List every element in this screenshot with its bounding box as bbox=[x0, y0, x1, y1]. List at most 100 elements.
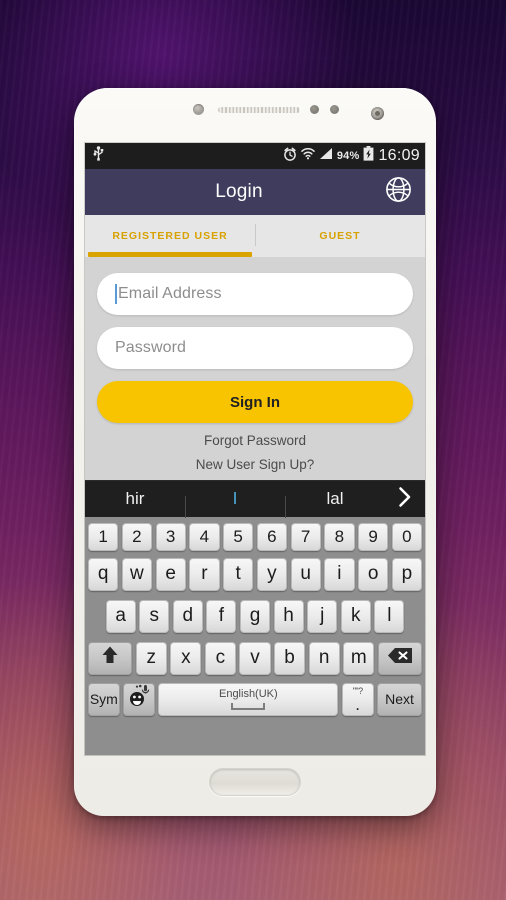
backspace-icon bbox=[387, 647, 413, 670]
wifi-icon bbox=[301, 147, 315, 165]
key-1[interactable]: 1 bbox=[88, 523, 119, 551]
keyboard-row-4: Sym English(UK) ""? . Next bbox=[85, 679, 425, 723]
cellular-signal-icon bbox=[319, 147, 333, 165]
front-camera-icon bbox=[371, 107, 384, 120]
language-globe-button[interactable] bbox=[375, 176, 421, 208]
page-title: Login bbox=[215, 181, 263, 202]
key-j[interactable]: j bbox=[307, 599, 338, 633]
phone-top-bezel bbox=[74, 88, 436, 144]
battery-charging-icon bbox=[363, 146, 374, 166]
tab-guest[interactable]: GUEST bbox=[255, 215, 425, 257]
suggestion-0-label: hir bbox=[125, 489, 145, 508]
space-bar-glyph bbox=[231, 703, 266, 710]
sign-in-button[interactable]: Sign In bbox=[97, 381, 413, 423]
key-0[interactable]: 0 bbox=[391, 523, 422, 551]
forgot-password-label: Forgot Password bbox=[203, 433, 307, 448]
key-h[interactable]: h bbox=[273, 599, 304, 633]
password-field[interactable]: Password bbox=[97, 327, 413, 369]
key-2[interactable]: 2 bbox=[121, 523, 152, 551]
suggestion-bar: hir l lal bbox=[85, 480, 425, 518]
space-key-label: English(UK) bbox=[218, 688, 278, 700]
tab-guest-label: GUEST bbox=[319, 230, 361, 242]
key-k[interactable]: k bbox=[340, 599, 371, 633]
text-cursor bbox=[115, 284, 117, 304]
tab-active-indicator bbox=[88, 252, 252, 257]
home-button[interactable] bbox=[209, 768, 301, 796]
alarm-clock-icon bbox=[283, 147, 297, 166]
earpiece-speaker-icon bbox=[218, 107, 300, 113]
usb-icon bbox=[92, 146, 105, 166]
backspace-key[interactable] bbox=[377, 641, 423, 675]
key-z[interactable]: z bbox=[135, 641, 167, 675]
shift-key[interactable] bbox=[87, 641, 133, 675]
keyboard-row-3: z x c v b n m bbox=[85, 637, 425, 679]
status-bar-left bbox=[92, 146, 105, 166]
globe-icon bbox=[385, 176, 412, 208]
symbols-key[interactable]: Sym bbox=[88, 682, 120, 716]
suggestion-1-label: l bbox=[233, 489, 237, 508]
punctuation-key[interactable]: ""? . bbox=[341, 682, 374, 716]
email-field[interactable]: Email Address bbox=[97, 273, 413, 315]
tab-registered-user-label: REGISTERED USER bbox=[112, 230, 228, 242]
password-field-placeholder: Password bbox=[115, 339, 187, 356]
key-b[interactable]: b bbox=[274, 641, 306, 675]
tab-bar: REGISTERED USER GUEST bbox=[85, 215, 425, 257]
key-m[interactable]: m bbox=[343, 641, 375, 675]
key-x[interactable]: x bbox=[170, 641, 202, 675]
key-q[interactable]: q bbox=[88, 557, 119, 591]
phone-screen: 94% 16:09 Login REGISTERED USER GUEST Em… bbox=[85, 143, 425, 755]
key-4[interactable]: 4 bbox=[189, 523, 220, 551]
chevron-right-icon bbox=[397, 486, 413, 513]
key-f[interactable]: f bbox=[206, 599, 237, 633]
forgot-password-link[interactable]: Forgot Password bbox=[97, 433, 413, 448]
key-8[interactable]: 8 bbox=[324, 523, 355, 551]
key-5[interactable]: 5 bbox=[223, 523, 254, 551]
keyboard-row-2: a s d f g h j k l bbox=[85, 595, 425, 637]
new-user-signup-label: New User Sign Up? bbox=[195, 457, 315, 472]
suggestion-0[interactable]: hir bbox=[85, 489, 185, 509]
punctuation-key-alt-label: ""? bbox=[352, 685, 363, 696]
emoji-voice-key[interactable] bbox=[123, 682, 155, 716]
space-key[interactable]: English(UK) bbox=[158, 682, 339, 716]
email-field-placeholder: Email Address bbox=[118, 285, 222, 302]
key-i[interactable]: i bbox=[324, 557, 355, 591]
shift-arrow-icon bbox=[101, 645, 119, 671]
battery-percent-label: 94% bbox=[336, 150, 360, 162]
keyboard-row-numbers: 1 2 3 4 5 6 7 8 9 0 bbox=[85, 517, 425, 553]
key-c[interactable]: c bbox=[204, 641, 236, 675]
key-r[interactable]: r bbox=[189, 557, 220, 591]
suggestion-1[interactable]: l bbox=[185, 489, 285, 518]
key-o[interactable]: o bbox=[358, 557, 389, 591]
key-t[interactable]: t bbox=[223, 557, 254, 591]
login-form: Email Address Password Sign In Forgot Pa… bbox=[85, 257, 425, 472]
key-p[interactable]: p bbox=[391, 557, 422, 591]
new-user-signup-link[interactable]: New User Sign Up? bbox=[97, 457, 413, 472]
key-v[interactable]: v bbox=[239, 641, 271, 675]
key-n[interactable]: n bbox=[308, 641, 340, 675]
key-9[interactable]: 9 bbox=[358, 523, 389, 551]
key-l[interactable]: l bbox=[374, 599, 405, 633]
key-7[interactable]: 7 bbox=[290, 523, 321, 551]
sign-in-button-label: Sign In bbox=[230, 393, 280, 411]
key-g[interactable]: g bbox=[239, 599, 271, 633]
status-bar-right: 94% 16:09 bbox=[283, 146, 420, 166]
on-screen-keyboard: hir l lal 1 2 3 4 5 6 7 8 9 0 q w e r t … bbox=[85, 480, 425, 755]
key-y[interactable]: y bbox=[256, 557, 287, 591]
suggestion-2[interactable]: lal bbox=[285, 489, 385, 518]
punctuation-key-label: . bbox=[355, 694, 361, 714]
key-6[interactable]: 6 bbox=[256, 523, 287, 551]
app-bar: Login bbox=[85, 169, 425, 215]
next-key[interactable]: Next bbox=[377, 682, 423, 716]
key-s[interactable]: s bbox=[139, 599, 170, 633]
status-bar: 94% 16:09 bbox=[85, 143, 425, 169]
key-w[interactable]: w bbox=[121, 557, 152, 591]
tab-registered-user[interactable]: REGISTERED USER bbox=[85, 215, 255, 257]
suggestion-expand-button[interactable] bbox=[385, 486, 425, 513]
key-u[interactable]: u bbox=[290, 557, 321, 591]
key-3[interactable]: 3 bbox=[155, 523, 186, 551]
led-indicator-icon bbox=[310, 105, 319, 114]
light-sensor-icon bbox=[330, 105, 339, 114]
key-e[interactable]: e bbox=[155, 557, 186, 591]
key-d[interactable]: d bbox=[172, 599, 203, 633]
key-a[interactable]: a bbox=[105, 599, 136, 633]
